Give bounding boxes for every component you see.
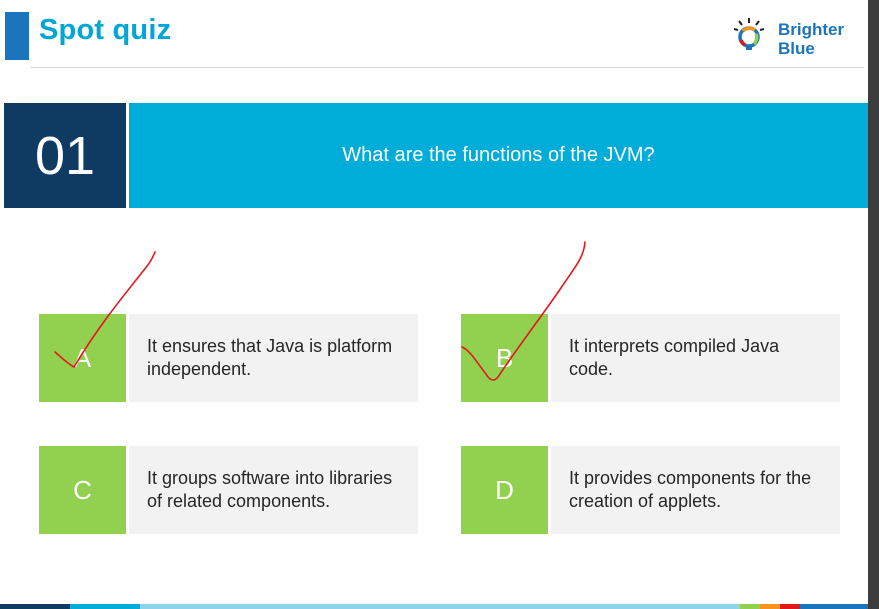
option-text: It groups software into libraries of rel…	[129, 446, 418, 534]
option-letter: D	[461, 446, 548, 534]
answer-option-a[interactable]: A It ensures that Java is platform indep…	[39, 314, 418, 402]
answer-option-d[interactable]: D It provides components for the creatio…	[461, 446, 840, 534]
option-letter: A	[39, 314, 126, 402]
option-text: It ensures that Java is platform indepen…	[129, 314, 418, 402]
option-letter: B	[461, 314, 548, 402]
title-accent-bar	[5, 12, 29, 60]
logo-wordmark: Brighter Blue	[778, 20, 844, 58]
option-text: It provides components for the creation …	[551, 446, 840, 534]
option-letter: C	[39, 446, 126, 534]
question-number: 01	[4, 103, 126, 208]
bottom-color-strip	[0, 604, 868, 609]
logo-line-2: Blue	[778, 39, 815, 58]
option-text: It interprets compiled Java code.	[551, 314, 840, 402]
answer-option-c[interactable]: C It groups software into libraries of r…	[39, 446, 418, 534]
page-title: Spot quiz	[39, 14, 172, 46]
window-edge	[868, 0, 879, 609]
logo-line-1: Brighter	[778, 20, 845, 39]
quiz-slide: Spot quiz Brighter Blue 01 What are the …	[0, 0, 868, 609]
lightbulb-icon	[733, 18, 765, 50]
answer-option-b[interactable]: B It interprets compiled Java code.	[461, 314, 840, 402]
header-divider	[30, 67, 864, 68]
question-text: What are the functions of the JVM?	[129, 103, 868, 208]
